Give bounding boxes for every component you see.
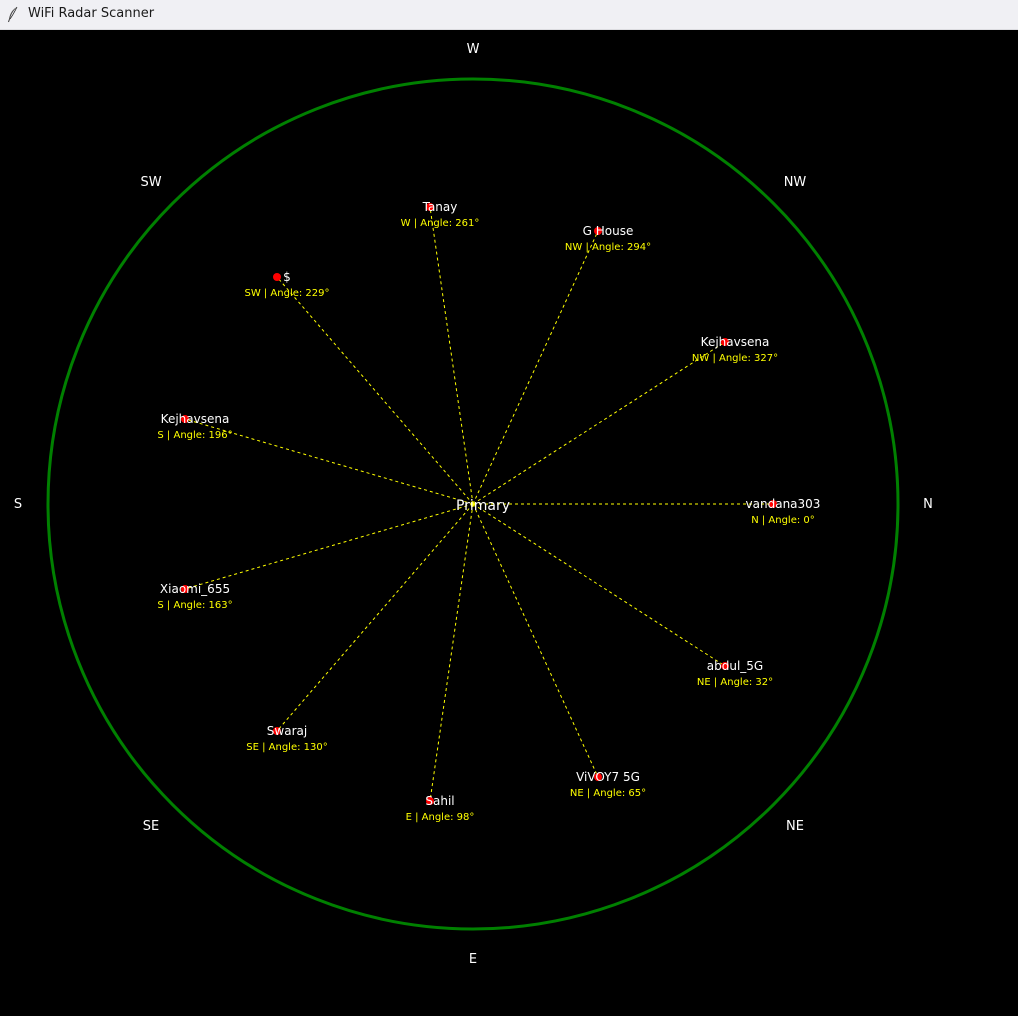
network-node[interactable]: $ SW | Angle: 229°	[244, 270, 329, 299]
network-node[interactable]: Xiaomi_655 S | Angle: 163°	[157, 582, 232, 611]
signal-line	[472, 503, 599, 778]
network-node[interactable]: G House NW | Angle: 294°	[565, 224, 651, 253]
network-node[interactable]: Swaraj SE | Angle: 130°	[246, 724, 327, 753]
network-dot[interactable]	[273, 273, 281, 281]
network-angle-label: S | Angle: 163°	[157, 600, 232, 611]
network-angle-label: NW | Angle: 327°	[692, 353, 778, 364]
signal-line	[429, 503, 474, 802]
compass-label-s: S	[14, 497, 22, 512]
feather-icon	[8, 6, 18, 23]
compass-label-ne: NE	[786, 819, 804, 834]
network-node[interactable]: Kejhavsena NW | Angle: 327°	[692, 335, 778, 364]
compass-label-e: E	[469, 952, 477, 967]
signal-line	[472, 230, 599, 505]
network-angle-label: S | Angle: 196°	[157, 430, 232, 441]
network-ssid-label: Swaraj	[267, 724, 307, 738]
network-node[interactable]: ViVOY7 5G NE | Angle: 65°	[570, 770, 646, 799]
signal-line	[472, 341, 726, 505]
radar-display: W NW N NE E SE S SW vandana303 N | Angle: 0° abdu…	[14, 42, 933, 967]
network-ssid-label: ViVOY7 5G	[576, 770, 640, 784]
network-ssid-label: G House	[583, 224, 634, 238]
network-node[interactable]: vandana303 N | Angle: 0°	[746, 497, 821, 526]
network-ssid-label: Sahil	[425, 794, 454, 808]
network-ssid-label: $	[283, 270, 291, 284]
network-ssid-label: vandana303	[746, 497, 821, 511]
network-node[interactable]: Sahil E | Angle: 98°	[406, 794, 475, 823]
network-angle-label: NE | Angle: 32°	[697, 677, 773, 688]
network-node[interactable]: abdul_5G NE | Angle: 32°	[697, 659, 773, 688]
compass-label-nw: NW	[784, 175, 807, 190]
network-ssid-label: Tanay	[422, 200, 458, 214]
title-bar: WiFi Radar Scanner	[0, 0, 1018, 30]
compass-label-n: N	[923, 497, 933, 512]
network-angle-label: W | Angle: 261°	[401, 218, 480, 229]
network-angle-label: N | Angle: 0°	[751, 515, 815, 526]
network-node[interactable]: Kejhavsena S | Angle: 196°	[157, 412, 232, 441]
signal-line	[429, 206, 474, 505]
network-angle-label: SE | Angle: 130°	[246, 742, 327, 753]
signal-line	[276, 276, 474, 505]
window-title: WiFi Radar Scanner	[28, 6, 155, 21]
compass-label-w: W	[467, 42, 480, 57]
network-angle-label: NE | Angle: 65°	[570, 788, 646, 799]
network-angle-label: NW | Angle: 294°	[565, 242, 651, 253]
compass-label-se: SE	[143, 819, 159, 834]
primary-node-label: Primary	[456, 498, 510, 514]
signal-line	[276, 503, 474, 732]
compass-label-sw: SW	[140, 175, 161, 190]
network-ssid-label: abdul_5G	[707, 659, 763, 673]
network-ssid-label: Kejhavsena	[161, 412, 230, 426]
network-ssid-label: Kejhavsena	[701, 335, 770, 349]
network-angle-label: E | Angle: 98°	[406, 812, 475, 823]
network-angle-label: SW | Angle: 229°	[244, 288, 329, 299]
signal-line	[472, 503, 726, 667]
radar-canvas: W NW N NE E SE S SW vandana303 N | Angle: 0° abdu…	[0, 30, 1018, 1016]
network-ssid-label: Xiaomi_655	[160, 582, 230, 596]
signal-line	[184, 503, 474, 590]
network-node[interactable]: Tanay W | Angle: 261°	[401, 200, 480, 229]
